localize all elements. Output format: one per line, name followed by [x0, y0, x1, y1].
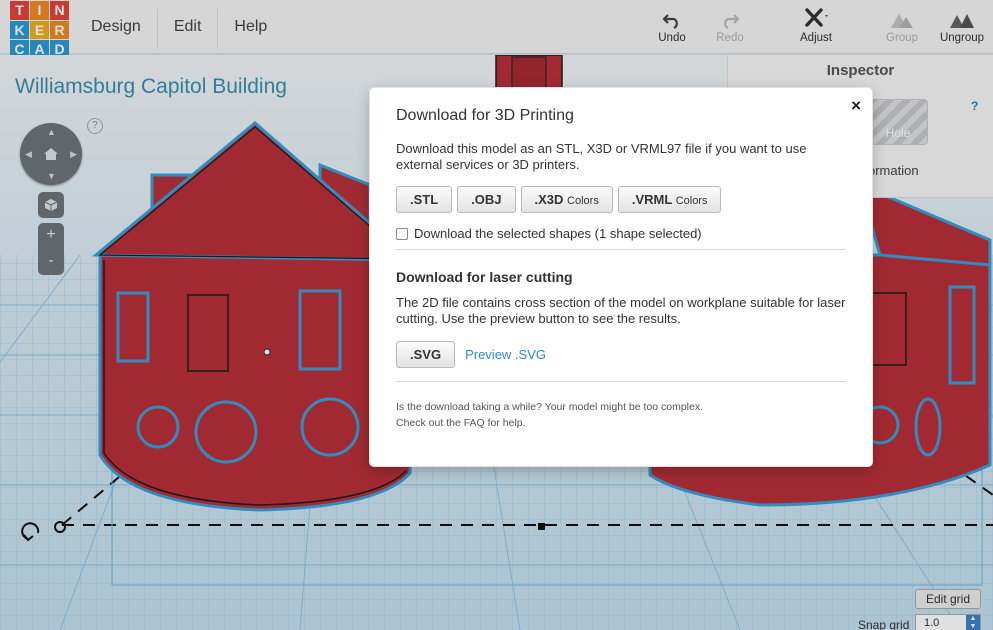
laser-title: Download for laser cutting — [396, 269, 573, 285]
divider — [396, 381, 846, 382]
svg-button[interactable]: .SVG — [396, 341, 456, 368]
preview-svg-link[interactable]: Preview .SVG — [465, 347, 546, 362]
format-buttons: .STL .OBJ .X3D Colors .VRML Colors — [396, 186, 846, 213]
vrml-label: .VRML — [631, 192, 673, 207]
dialog-description: Download this model as an STL, X3D or VR… — [396, 141, 807, 172]
close-button[interactable]: × — [851, 96, 861, 116]
selected-shapes-label: Download the selected shapes (1 shape se… — [414, 226, 702, 241]
svg-row: .SVG Preview .SVG — [396, 341, 846, 368]
dialog-title: Download for 3D Printing — [396, 107, 574, 124]
vrml-suffix: Colors — [675, 195, 708, 207]
stl-button[interactable]: .STL — [396, 186, 453, 213]
divider — [396, 249, 846, 250]
vrml-button[interactable]: .VRML Colors — [617, 186, 722, 213]
selected-shapes-checkbox[interactable] — [396, 227, 408, 240]
download-dialog: × Download for 3D Printing Download this… — [370, 88, 872, 466]
selected-shapes-option[interactable]: Download the selected shapes (1 shape se… — [396, 226, 846, 241]
obj-label: .OBJ — [471, 192, 502, 207]
slow-download-note: Is the download taking a while? Your mod… — [396, 401, 704, 413]
x3d-suffix: Colors — [567, 195, 599, 207]
stl-label: .STL — [410, 192, 439, 207]
laser-description: The 2D file contains cross section of th… — [396, 295, 846, 326]
faq-link[interactable]: Check out the FAQ for help. — [396, 415, 846, 431]
obj-button[interactable]: .OBJ — [457, 186, 516, 213]
x3d-label: .X3D — [534, 192, 564, 207]
x3d-button[interactable]: .X3D Colors — [520, 186, 613, 213]
